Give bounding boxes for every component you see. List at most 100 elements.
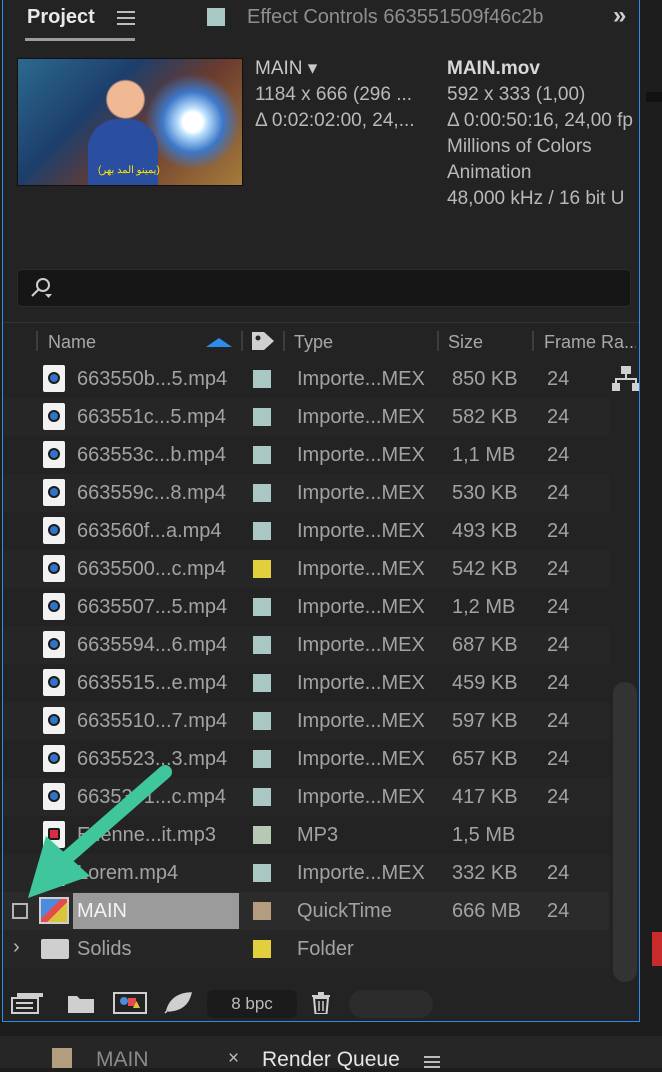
item-name: 6635500...c.mp4: [77, 558, 226, 580]
composition-icon: [39, 897, 69, 924]
video-file-icon: [43, 783, 65, 810]
item-size: 1,1 MB: [452, 444, 516, 466]
trash-icon[interactable]: [309, 992, 333, 1014]
tab-project[interactable]: Project: [27, 6, 95, 29]
list-item[interactable]: 6635500...c.mp4 Importe...MEX 542 KB 24: [3, 550, 609, 588]
list-item[interactable]: 6635594...6.mp4 Importe...MEX 687 KB 24: [3, 626, 609, 664]
list-item[interactable]: Lorem.mp4 Importe...MEX 332 KB 24: [3, 854, 609, 892]
thumbnail-zoom-slider[interactable]: [349, 990, 433, 1018]
list-item[interactable]: 6635523...3.mp4 Importe...MEX 657 KB 24: [3, 740, 609, 778]
label-swatch: [207, 8, 225, 26]
label-color-swatch[interactable]: [253, 446, 271, 464]
item-type: Importe...MEX: [297, 482, 425, 504]
item-type: Importe...MEX: [297, 710, 425, 732]
list-scrollbar[interactable]: [613, 682, 637, 982]
flowchart-icon[interactable]: [612, 366, 639, 392]
adjust-project-icon[interactable]: [163, 992, 193, 1014]
label-color-swatch[interactable]: [253, 370, 271, 388]
column-name[interactable]: Name: [48, 332, 96, 353]
file-dimensions: 592 x 333 (1,00): [447, 84, 586, 105]
item-frame-rate: 24: [547, 444, 570, 466]
comp-duration: Δ 0:02:02:00, 24,...: [255, 110, 415, 131]
item-type: Importe...MEX: [297, 368, 425, 390]
list-item[interactable]: Etienne...it.mp3 MP3 1,5 MB: [3, 816, 609, 854]
list-item[interactable]: 663551c...5.mp4 Importe...MEX 582 KB 24: [3, 398, 609, 436]
adjacent-panel-edge: [652, 932, 662, 966]
item-name: MAIN: [77, 900, 127, 922]
bit-depth-button[interactable]: 8 bpc: [207, 990, 297, 1018]
label-color-swatch[interactable]: [253, 674, 271, 692]
sort-ascending-icon[interactable]: [206, 338, 232, 347]
label-color-swatch[interactable]: [253, 826, 271, 844]
render-queue-menu-icon[interactable]: [424, 1056, 440, 1068]
bottom-tabs: MAIN × Render Queue: [0, 1036, 662, 1071]
label-color-swatch[interactable]: [253, 712, 271, 730]
project-panel: Project Effect Controls 663551509f46c2b …: [2, 0, 640, 1022]
interpret-footage-icon[interactable]: [11, 992, 45, 1014]
close-icon[interactable]: ×: [228, 1048, 239, 1070]
more-panels-icon[interactable]: »: [613, 2, 627, 30]
label-color-swatch[interactable]: [253, 598, 271, 616]
item-size: 687 KB: [452, 634, 518, 656]
label-color-swatch[interactable]: [253, 864, 271, 882]
item-size: 417 KB: [452, 786, 518, 808]
project-item-list: 663550b...5.mp4 Importe...MEX 850 KB 24 6635…: [3, 360, 609, 968]
list-item-main[interactable]: MAIN QuickTime 666 MB 24: [3, 892, 609, 930]
panel-menu-icon[interactable]: [117, 11, 135, 25]
item-type: Importe...MEX: [297, 634, 425, 656]
audio-file-icon: [43, 821, 65, 848]
column-frame-rate[interactable]: Frame Ra...: [544, 332, 636, 353]
item-frame-rate: 24: [547, 786, 570, 808]
video-file-icon: [43, 555, 65, 582]
label-tag-icon[interactable]: [250, 330, 276, 352]
search-input[interactable]: [17, 269, 631, 307]
comp-info: MAIN ▾ 1184 x 666 (296 ... Δ 0:02:02:00,…: [255, 56, 431, 134]
list-item[interactable]: 6635510...7.mp4 Importe...MEX 597 KB 24: [3, 702, 609, 740]
label-color-swatch[interactable]: [253, 484, 271, 502]
row-checkbox[interactable]: [12, 903, 28, 919]
label-color-swatch[interactable]: [253, 750, 271, 768]
project-toolbar: 8 bpc: [3, 986, 639, 1021]
column-type[interactable]: Type: [294, 332, 333, 353]
label-color-swatch[interactable]: [253, 902, 271, 920]
list-item[interactable]: 663560f...a.mp4 Importe...MEX 493 KB 24: [3, 512, 609, 550]
file-info: MAIN.mov 592 x 333 (1,00) Δ 0:00:50:16, …: [447, 56, 639, 212]
label-color-swatch[interactable]: [253, 408, 271, 426]
label-color-swatch[interactable]: [253, 940, 271, 958]
item-type: Importe...MEX: [297, 444, 425, 466]
label-color-swatch[interactable]: [253, 636, 271, 654]
item-size: 1,2 MB: [452, 596, 516, 618]
list-item[interactable]: 663550b...5.mp4 Importe...MEX 850 KB 24: [3, 360, 609, 398]
expand-chevron-icon[interactable]: ›: [13, 936, 20, 959]
item-type: MP3: [297, 824, 339, 846]
item-type: Importe...MEX: [297, 672, 425, 694]
item-name: 663560f...a.mp4: [77, 520, 222, 542]
panel-tabs: Project Effect Controls 663551509f46c2b …: [3, 0, 639, 44]
new-folder-icon[interactable]: [67, 992, 95, 1014]
label-color-swatch[interactable]: [253, 522, 271, 540]
column-size[interactable]: Size: [448, 332, 483, 353]
label-color-swatch[interactable]: [253, 560, 271, 578]
tab-render-queue[interactable]: Render Queue: [262, 1048, 400, 1072]
comp-name[interactable]: MAIN ▾: [255, 56, 431, 82]
file-duration: Δ 0:00:50:16, 24,00 fp: [447, 110, 633, 131]
new-composition-icon[interactable]: [113, 992, 147, 1014]
item-frame-rate: 24: [547, 634, 570, 656]
tab-main-timeline[interactable]: MAIN: [96, 1048, 149, 1072]
label-color-swatch[interactable]: [253, 788, 271, 806]
item-size: 597 KB: [452, 710, 518, 732]
item-name: 663551c...5.mp4: [77, 406, 226, 428]
list-item-folder[interactable]: › Solids Folder: [3, 930, 609, 968]
video-file-icon: [43, 365, 65, 392]
item-size: 657 KB: [452, 748, 518, 770]
tab-effect-controls[interactable]: Effect Controls 663551509f46c2b: [247, 6, 565, 29]
list-item[interactable]: 663553c...b.mp4 Importe...MEX 1,1 MB 24: [3, 436, 609, 474]
list-item[interactable]: 6635515...e.mp4 Importe...MEX 459 KB 24: [3, 664, 609, 702]
item-type: Folder: [297, 938, 354, 960]
list-item[interactable]: 663559c...8.mp4 Importe...MEX 530 KB 24: [3, 474, 609, 512]
list-item[interactable]: 6635301...c.mp4 Importe...MEX 417 KB 24: [3, 778, 609, 816]
item-type: Importe...MEX: [297, 748, 425, 770]
item-size: 666 MB: [452, 900, 521, 922]
list-item[interactable]: 6635507...5.mp4 Importe...MEX 1,2 MB 24: [3, 588, 609, 626]
item-name: 663550b...5.mp4: [77, 368, 228, 390]
